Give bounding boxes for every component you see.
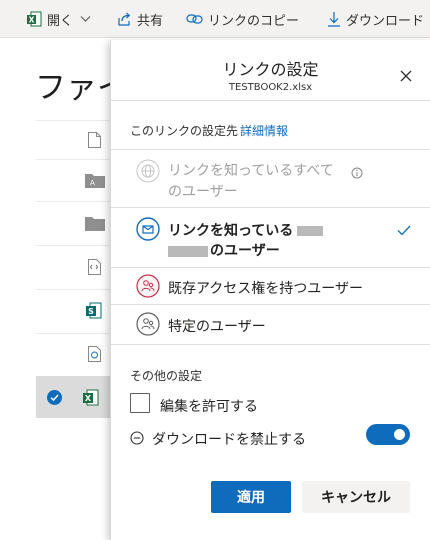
open-label: 開く [47,13,74,29]
command-bar: X 開く 共有 リンクのコピー ダウンロード [0,0,430,38]
excel-icon: X [26,11,42,27]
option-organization-text2: のユーザー [210,243,280,259]
code-file-icon[interactable] [88,259,101,279]
file-row-divider [36,289,110,290]
option-anyone: リンクを知っているすべて のユーザー [111,150,430,207]
option-specific-people[interactable]: 特定のユーザー [111,305,430,343]
file-name: TESTBOOK2.xlsx [228,82,313,93]
building-icon [136,217,160,241]
svg-text:S: S [88,307,94,316]
svg-text:X: X [29,16,35,25]
excel-file-icon[interactable]: X [82,389,99,410]
header-divider [111,100,430,101]
block-download-icon [130,430,144,445]
cancel-button[interactable]: キャンセル [302,481,410,513]
allow-edit-label: 編集を許可する [160,399,258,415]
download-label: ダウンロード [346,13,425,29]
divider [111,344,430,345]
web-file-icon[interactable] [88,346,101,366]
file-row-divider [36,201,110,202]
toggle-knob [394,429,405,440]
file-row-divider [36,333,110,334]
close-icon[interactable] [398,68,414,84]
link-icon [186,13,203,25]
link-settings-panel: リンクの設定 TESTBOOK2.xlsx このリンクの設定先 詳細情報 リンクを… [110,40,430,540]
people-icon [136,312,160,336]
redacted-block [168,245,208,257]
option-organization[interactable]: リンクを知っている のユーザー [111,208,430,267]
block-download-toggle[interactable] [366,424,410,445]
download-icon [327,11,341,27]
file-icon[interactable] [88,132,101,152]
scope-label: このリンクの設定先 [130,124,239,138]
option-specific-people-label: 特定のユーザー [168,319,266,335]
svg-text:X: X [85,394,92,403]
details-link[interactable]: 詳細情報 [240,124,288,138]
chevron-down-icon [80,15,91,23]
share-icon [116,11,132,27]
redacted-block [297,226,324,236]
allow-edit-checkbox[interactable] [130,393,150,413]
option-anyone-line2: のユーザー [168,184,238,200]
copy-link-label: リンクのコピー [208,13,300,29]
file-row-divider [36,245,110,246]
apply-button[interactable]: 適用 [211,481,291,513]
other-settings-heading: その他の設定 [130,369,203,383]
download-button[interactable]: ダウンロード [327,0,424,38]
people-icon [136,274,160,298]
option-existing-access[interactable]: 既存アクセス権を持つユーザー [111,268,430,304]
file-row-divider [36,159,110,160]
option-organization-text1: リンクを知っている [168,223,294,239]
block-download-label: ダウンロードを禁止する [152,432,306,448]
info-icon[interactable] [351,164,363,183]
share-button[interactable]: 共有 [116,0,163,38]
sharepoint-file-icon[interactable]: S [85,302,102,323]
svg-text:A: A [90,179,95,187]
folder-icon[interactable]: A [85,173,105,192]
open-button[interactable]: X 開く [26,0,91,38]
option-organization-line1: リンクを知っている [168,220,324,240]
share-label: 共有 [137,13,164,29]
checkmark-icon [397,221,411,240]
option-anyone-line1: リンクを知っているすべて [168,163,334,179]
file-row-divider [36,120,110,121]
checkmark-circle-icon[interactable] [47,390,62,409]
option-existing-access-label: 既存アクセス権を持つユーザー [168,281,364,297]
scope-heading: このリンクの設定先 詳細情報 [130,122,288,139]
globe-icon [136,159,160,183]
folder-icon[interactable] [85,216,105,235]
panel-title: リンクの設定 [222,60,319,79]
copy-link-button[interactable]: リンクのコピー [186,0,299,38]
option-organization-line2: のユーザー [168,240,280,260]
